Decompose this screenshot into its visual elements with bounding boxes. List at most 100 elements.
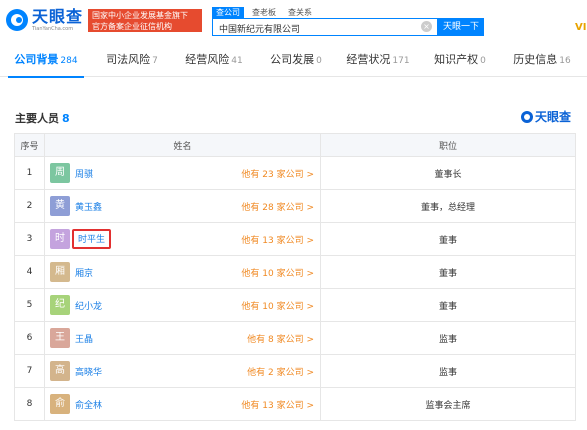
search-type-tabs: 查公司 查老板 查关系: [212, 7, 320, 18]
tab-company-development[interactable]: 公司发展 0: [256, 47, 336, 77]
tab-count: 0: [316, 56, 322, 66]
row-index: 4: [14, 255, 45, 289]
section-brand-text: 天眼查: [535, 110, 572, 124]
section-title-text: 主要人员: [15, 112, 59, 125]
table-row: 8 俞 俞全林 他有 13 家公司 > 监事会主席: [14, 387, 576, 421]
row-index: 3: [14, 222, 45, 256]
table-row: 2 黄 黄玉鑫 他有 28 家公司 > 董事，总经理: [14, 189, 576, 223]
tab-search-boss[interactable]: 查老板: [248, 7, 280, 18]
header-index: 序号: [14, 133, 45, 157]
tab-label: 经营风险: [185, 53, 230, 66]
row-index: 1: [14, 156, 45, 190]
position: 董事长: [320, 156, 576, 190]
table-row: 7 高 高晓华 他有 2 家公司 > 监事: [14, 354, 576, 388]
position: 董事: [320, 255, 576, 289]
tab-search-relation[interactable]: 查关系: [284, 7, 316, 18]
section-count: 8: [62, 112, 70, 125]
table-header-row: 序号 姓名 职位: [14, 133, 576, 157]
search-input[interactable]: 中国新纪元有限公司 ×: [212, 18, 438, 36]
header-name: 姓名: [44, 133, 321, 157]
tab-count: 171: [392, 56, 410, 66]
eye-logo-icon: [6, 9, 28, 31]
clear-icon[interactable]: ×: [421, 21, 432, 32]
name-cell: 周 周骐 他有 23 家公司 >: [44, 156, 321, 190]
logo-domain: TianYanCha.com: [32, 25, 74, 32]
tab-label: 公司发展: [270, 53, 315, 66]
avatar[interactable]: 高: [50, 361, 70, 381]
row-index: 5: [14, 288, 45, 322]
top-bar: 天眼查 TianYanCha.com 国家中小企业发展基金旗下 官方备案企业征信…: [0, 0, 587, 40]
related-companies-link[interactable]: 他有 10 家公司 >: [241, 299, 314, 312]
search-query: 中国新纪元有限公司: [219, 25, 301, 35]
related-companies-link[interactable]: 他有 28 家公司 >: [241, 200, 314, 213]
table-row: 6 王 王晶 他有 8 家公司 > 监事: [14, 321, 576, 355]
tab-label: 司法风险: [106, 53, 151, 66]
related-companies-link[interactable]: 他有 10 家公司 >: [241, 266, 314, 279]
position: 监事: [320, 354, 576, 388]
row-index: 8: [14, 387, 45, 421]
tab-count: 7: [152, 56, 158, 66]
related-companies-link[interactable]: 他有 13 家公司 >: [241, 398, 314, 411]
related-companies-link[interactable]: 他有 2 家公司 >: [247, 365, 314, 378]
section-title: 主要人员 8: [15, 110, 70, 126]
avatar[interactable]: 王: [50, 328, 70, 348]
tab-history[interactable]: 历史信息 16: [500, 47, 584, 77]
key-personnel-table: 序号 姓名 职位 1 周 周骐 他有 23 家公司 > 董事长 2 黄 黄玉鑫 …: [14, 133, 576, 421]
position: 董事: [320, 222, 576, 256]
person-name-link-highlighted[interactable]: 时平生: [72, 229, 112, 249]
name-cell: 王 王晶 他有 8 家公司 >: [44, 321, 321, 355]
header-position: 职位: [320, 133, 576, 157]
eye-logo-icon: [521, 110, 533, 123]
avatar[interactable]: 纪: [50, 295, 70, 315]
name-cell: 厢 厢京 他有 10 家公司 >: [44, 255, 321, 289]
logo-text: 天眼查 TianYanCha.com: [32, 6, 84, 33]
table-row: 1 周 周骐 他有 23 家公司 > 董事长: [14, 156, 576, 190]
tab-legal-risk[interactable]: 司法风险 7: [92, 47, 172, 77]
position: 董事: [320, 288, 576, 322]
tab-business-status[interactable]: 经营状况 171: [336, 47, 420, 77]
avatar[interactable]: 黄: [50, 196, 70, 216]
tab-label: 经营状况: [346, 53, 391, 66]
table-row: 4 厢 厢京 他有 10 家公司 > 董事: [14, 255, 576, 289]
certification-badge: 国家中小企业发展基金旗下 官方备案企业征信机构: [88, 9, 202, 32]
tab-business-risk[interactable]: 经营风险 41: [172, 47, 256, 77]
name-cell: 俞 俞全林 他有 13 家公司 >: [44, 387, 321, 421]
person-name-link[interactable]: 纪小龙: [75, 299, 102, 312]
tab-label: 公司背景: [14, 53, 59, 66]
person-name-link[interactable]: 厢京: [75, 266, 93, 279]
tab-search-company[interactable]: 查公司: [212, 7, 244, 18]
tab-intellectual-property[interactable]: 知识产权 0: [420, 47, 500, 77]
person-name-link[interactable]: 周骐: [75, 167, 93, 180]
person-name-link[interactable]: 高晓华: [75, 365, 102, 378]
tab-count: 284: [60, 56, 78, 66]
person-name-link[interactable]: 俞全林: [75, 398, 102, 411]
table-row: 5 纪 纪小龙 他有 10 家公司 > 董事: [14, 288, 576, 322]
section-brand-logo: 天眼查: [521, 108, 571, 125]
avatar[interactable]: 俞: [50, 394, 70, 414]
avatar[interactable]: 周: [50, 163, 70, 183]
name-cell: 纪 纪小龙 他有 10 家公司 >: [44, 288, 321, 322]
name-cell: 高 高晓华 他有 2 家公司 >: [44, 354, 321, 388]
tab-count: 0: [480, 56, 486, 66]
person-name-link[interactable]: 黄玉鑫: [75, 200, 102, 213]
position: 董事，总经理: [320, 189, 576, 223]
tab-company-background[interactable]: 公司背景 284: [0, 47, 92, 78]
name-cell: 黄 黄玉鑫 他有 28 家公司 >: [44, 189, 321, 223]
tab-label: 历史信息: [513, 53, 558, 66]
related-companies-link[interactable]: 他有 13 家公司 >: [241, 233, 314, 246]
position: 监事: [320, 321, 576, 355]
avatar[interactable]: 厢: [50, 262, 70, 282]
row-index: 2: [14, 189, 45, 223]
related-companies-link[interactable]: 他有 8 家公司 >: [247, 332, 314, 345]
logo-name: 天眼查: [32, 6, 84, 26]
row-index: 6: [14, 321, 45, 355]
name-cell: 时 时平生 他有 13 家公司 >: [44, 222, 321, 256]
related-companies-link[interactable]: 他有 23 家公司 >: [241, 167, 314, 180]
company-nav: 公司背景 284 司法风险 7 经营风险 41 公司发展 0 经营状况 171 知识产权 0…: [0, 47, 587, 78]
logo[interactable]: 天眼查 TianYanCha.com: [6, 6, 83, 34]
avatar[interactable]: 时: [50, 229, 70, 249]
person-name-link[interactable]: 王晶: [75, 332, 93, 345]
position: 监事会主席: [320, 387, 576, 421]
search-button[interactable]: 天眼一下: [438, 18, 484, 36]
vip-link[interactable]: VI: [575, 22, 586, 33]
